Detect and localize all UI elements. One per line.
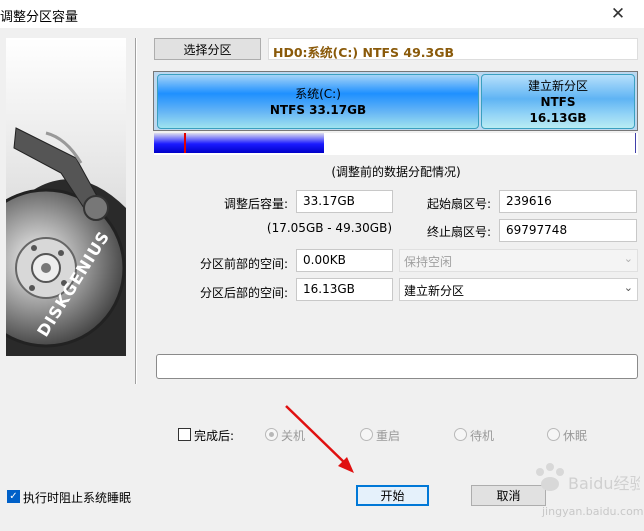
allocation-end-marker bbox=[635, 133, 636, 153]
partition-new-fs: NTFS bbox=[540, 94, 576, 109]
divider bbox=[135, 38, 137, 384]
new-size-label: 调整后容量: bbox=[223, 197, 288, 211]
partition-map: 系统(C:) NTFS 33.17GB 建立新分区 NTFS 16.13GB bbox=[153, 71, 638, 131]
new-size-input[interactable]: 33.17GB bbox=[296, 190, 393, 213]
partition-new-size: 16.13GB bbox=[529, 110, 587, 125]
watermark-text: Baidu经验 bbox=[568, 474, 640, 493]
partition-system-block[interactable]: 系统(C:) NTFS 33.17GB bbox=[157, 74, 479, 129]
partition-new-name: 建立新分区 bbox=[527, 78, 588, 93]
progress-bar bbox=[156, 354, 638, 379]
space-after-input[interactable]: 16.13GB bbox=[296, 278, 393, 301]
allocation-bar bbox=[154, 133, 638, 155]
after-done-checkbox[interactable] bbox=[178, 428, 191, 441]
start-sector-label: 起始扇区号: bbox=[426, 197, 491, 211]
watermark-url: jingyan.baidu.com bbox=[542, 505, 644, 518]
allocation-marker bbox=[184, 133, 186, 153]
select-partition-button[interactable]: 选择分区 bbox=[154, 38, 261, 60]
start-sector-input[interactable]: 239616 bbox=[499, 190, 637, 213]
radio-hibernate[interactable] bbox=[547, 428, 560, 441]
end-sector-label: 终止扇区号: bbox=[426, 225, 491, 239]
radio-restart[interactable] bbox=[360, 428, 373, 441]
partition-system-detail: NTFS 33.17GB bbox=[269, 102, 367, 117]
prevent-sleep-checkbox[interactable]: ✓ bbox=[7, 490, 20, 503]
space-before-input[interactable]: 0.00KB bbox=[296, 249, 393, 272]
close-icon[interactable]: ✕ bbox=[592, 0, 644, 28]
end-sector-input[interactable]: 69797748 bbox=[499, 219, 637, 242]
chevron-down-icon[interactable]: ⌄ bbox=[624, 281, 633, 294]
space-before-option: 保持空闲 bbox=[404, 255, 453, 269]
allocation-caption: (调整前的数据分配情况) bbox=[331, 165, 461, 179]
radio-restart-label: 重启 bbox=[376, 429, 401, 443]
start-button[interactable]: 开始 bbox=[356, 485, 429, 506]
diskgenius-logo-image: DISKGENIUS bbox=[6, 38, 126, 356]
radio-standby[interactable] bbox=[454, 428, 467, 441]
radio-shutdown[interactable] bbox=[265, 428, 278, 441]
radio-standby-label: 待机 bbox=[470, 429, 495, 443]
space-before-label: 分区前部的空间: bbox=[199, 257, 288, 271]
watermark-logo: Baidu经验 bbox=[530, 462, 644, 505]
chevron-down-icon: ⌄ bbox=[623, 252, 633, 265]
after-done-label: 完成后: bbox=[194, 429, 235, 443]
title-bar: 调整分区容量 ✕ bbox=[0, 0, 644, 28]
space-after-select[interactable]: 建立新分区 ⌄ bbox=[399, 278, 638, 301]
partition-system-name: 系统(C:) bbox=[295, 86, 341, 101]
space-after-option: 建立新分区 bbox=[404, 284, 465, 298]
space-after-label: 分区后部的空间: bbox=[199, 286, 288, 300]
radio-hibernate-label: 休眠 bbox=[563, 429, 588, 443]
size-range-text: (17.05GB - 49.30GB) bbox=[266, 221, 392, 235]
prevent-sleep-label: 执行时阻止系统睡眠 bbox=[23, 491, 132, 505]
radio-shutdown-label: 关机 bbox=[281, 429, 306, 443]
partition-new-block[interactable]: 建立新分区 NTFS 16.13GB bbox=[481, 74, 635, 129]
window-title: 调整分区容量 bbox=[0, 10, 79, 25]
space-before-select: 保持空闲 ⌄ bbox=[399, 249, 638, 272]
allocation-fill bbox=[154, 133, 324, 153]
disk-info-field: HD0:系统(C:) NTFS 49.3GB bbox=[268, 38, 638, 60]
